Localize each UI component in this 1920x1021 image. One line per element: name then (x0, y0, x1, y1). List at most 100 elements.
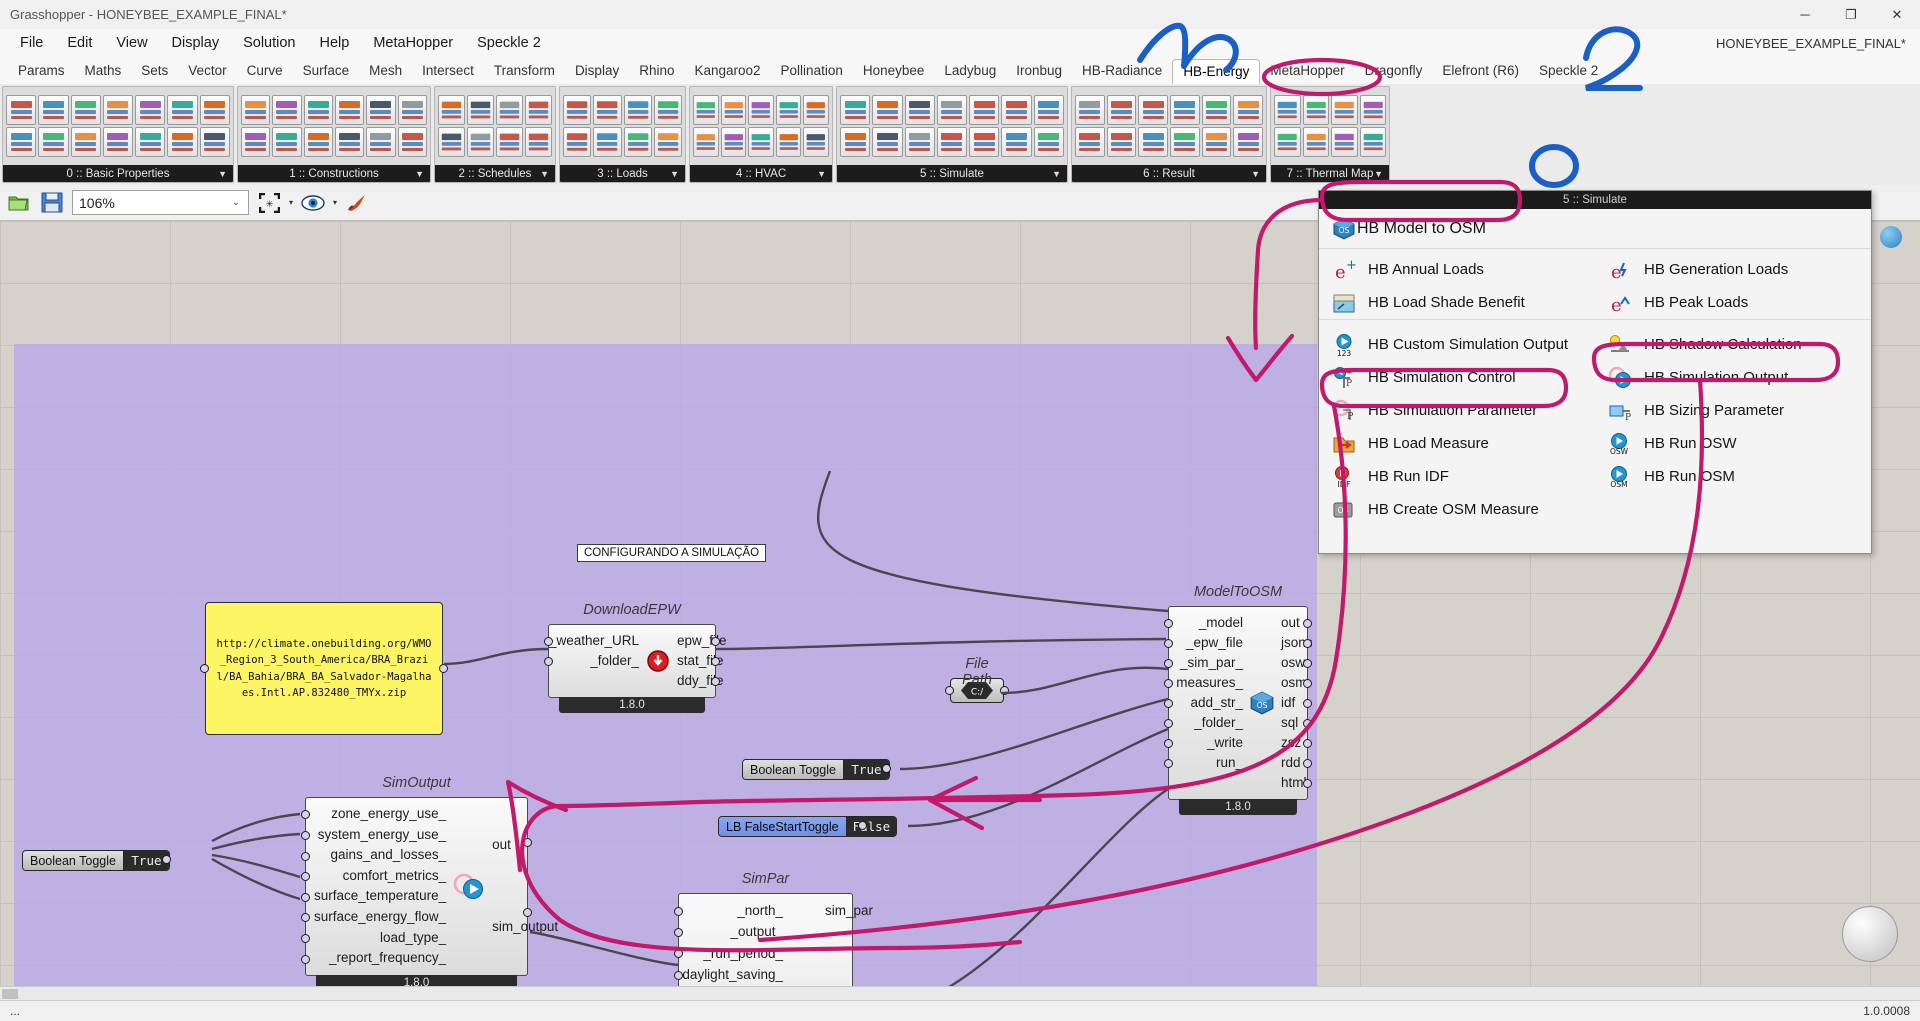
tab-vector[interactable]: Vector (178, 58, 236, 84)
ribbon-component-icon[interactable] (102, 95, 134, 125)
toggle-output-grip[interactable] (882, 764, 891, 773)
input-port-epwfile[interactable]: _epw_file (1186, 633, 1243, 653)
input-port-daylightsaving[interactable]: daylight_saving_ (682, 964, 783, 985)
input-port-simpar[interactable]: _sim_par_ (1180, 653, 1243, 673)
input-port-output[interactable]: _output_ (730, 921, 783, 942)
ribbon-component-icon[interactable] (563, 95, 592, 125)
ribbon-component-icon[interactable] (748, 95, 774, 125)
dropdown-item-hb-create-osm-measure[interactable]: OS HB Create OSM Measure (1319, 493, 1595, 526)
output-port-grip[interactable] (523, 838, 532, 847)
ribbon-component-icon[interactable] (70, 127, 101, 157)
tab-hb-radiance[interactable]: HB-Radiance (1072, 58, 1172, 84)
tab-surface[interactable]: Surface (293, 58, 360, 84)
menu-item-edit[interactable]: Edit (55, 29, 104, 58)
tab-elefront-r6-[interactable]: Elefront (R6) (1432, 58, 1529, 84)
ribbon-component-icon[interactable] (199, 127, 230, 157)
component-modeltoosm[interactable]: ModelToOSM _model _epw_file _sim_par_ measur… (1164, 584, 1313, 815)
output-port-grip[interactable] (1303, 739, 1312, 748)
ribbon-component-icon[interactable] (872, 127, 903, 157)
ribbon-component-icon[interactable] (102, 127, 134, 157)
ribbon-component-icon[interactable] (334, 127, 365, 157)
toggle-output-grip[interactable] (162, 855, 171, 864)
ribbon-component-icon[interactable] (748, 127, 774, 157)
output-port-idf[interactable]: idf (1281, 693, 1295, 713)
output-port-grip[interactable] (1303, 639, 1312, 648)
ribbon-component-icon[interactable] (720, 95, 747, 125)
ribbon-component-icon[interactable] (1274, 127, 1301, 157)
ribbon-component-icon[interactable] (38, 127, 69, 157)
ribbon-group-label[interactable]: 0 :: Basic Properties ▼ (3, 165, 233, 182)
ribbon-component-icon[interactable] (904, 127, 935, 157)
ribbon-component-icon[interactable] (1075, 127, 1105, 157)
input-port-grip[interactable] (544, 637, 553, 646)
ribbon-component-icon[interactable] (936, 127, 968, 157)
input-port-grip[interactable] (1164, 759, 1173, 768)
ribbon-component-icon[interactable] (6, 127, 37, 157)
zoom-level-select[interactable]: 106% ⌄ (72, 190, 249, 215)
input-port-grip[interactable] (1164, 679, 1173, 688)
ribbon-component-icon[interactable] (6, 95, 37, 125)
output-port-grip[interactable] (1303, 619, 1312, 628)
input-port-folder[interactable]: _folder_ (590, 651, 639, 671)
scrollbar-thumb[interactable] (2, 989, 18, 999)
input-port-surfacetemperature[interactable]: surface_temperature_ (314, 886, 446, 907)
input-port-grip[interactable] (674, 906, 683, 916)
output-port-grip[interactable] (1303, 659, 1312, 668)
input-port-grip[interactable] (301, 954, 310, 964)
dropdown-item-hb-annual-loads[interactable]: e + HB Annual Loads (1319, 253, 1595, 286)
ribbon-component-icon[interactable] (525, 95, 552, 125)
dropdown-item-hb-run-osw[interactable]: OSW HB Run OSW (1595, 427, 1871, 460)
ribbon-component-icon[interactable] (496, 95, 523, 125)
tab-display[interactable]: Display (565, 58, 629, 84)
ribbon-group-label[interactable]: 2 :: Schedules ▼ (435, 165, 555, 182)
ribbon-component-icon[interactable] (969, 95, 1000, 125)
ribbon-component-icon[interactable] (397, 127, 427, 157)
canvas-horizontal-scrollbar[interactable] (0, 986, 1920, 1000)
tab-metahopper[interactable]: MetaHopper (1260, 58, 1354, 84)
tab-intersect[interactable]: Intersect (412, 58, 484, 84)
ribbon-component-icon[interactable] (1274, 95, 1301, 125)
ribbon-component-icon[interactable] (840, 95, 871, 125)
output-port-grip[interactable] (1303, 679, 1312, 688)
component-body[interactable]: _model _epw_file _sim_par_ measures_ add_str… (1164, 606, 1313, 815)
toggle-output-grip[interactable] (858, 821, 867, 830)
ribbon-component-icon[interactable] (241, 95, 271, 125)
navigation-compass[interactable] (1842, 906, 1898, 962)
component-simpar[interactable]: SimPar _north_ _output_ _run_period_ dayligh… (674, 871, 873, 1000)
component-body[interactable]: _weather_URL _folder_ epw_file stat_file ddy… (544, 624, 727, 713)
ribbon-component-icon[interactable] (167, 127, 198, 157)
input-port-run[interactable]: run_ (1216, 753, 1243, 773)
output-port-grip[interactable] (711, 657, 720, 666)
input-port-systemenergyuse[interactable]: system_energy_use_ (318, 825, 446, 846)
panel-input-grip[interactable] (200, 664, 209, 673)
ribbon-component-icon[interactable] (38, 95, 69, 125)
ribbon-component-icon[interactable] (593, 127, 622, 157)
output-port-grip[interactable] (711, 677, 720, 686)
eye-icon[interactable] (300, 190, 326, 215)
input-port-grip[interactable] (301, 830, 310, 840)
ribbon-component-icon[interactable] (1331, 127, 1358, 157)
input-port-grip[interactable] (674, 927, 683, 937)
tab-transform[interactable]: Transform (484, 58, 565, 84)
ribbon-component-icon[interactable] (775, 127, 802, 157)
ribbon-component-icon[interactable] (693, 95, 719, 125)
input-port-gainsandlosses[interactable]: gains_and_losses_ (331, 845, 447, 866)
output-port-sql[interactable]: sql (1281, 713, 1298, 733)
ribbon-component-icon[interactable] (653, 95, 682, 125)
input-port-grip[interactable] (1164, 719, 1173, 728)
ribbon-component-icon[interactable] (438, 95, 465, 125)
ribbon-component-icon[interactable] (693, 127, 719, 157)
output-port-rdd[interactable]: rdd (1281, 753, 1301, 773)
ribbon-component-icon[interactable] (563, 127, 592, 157)
dropdown-item-hb-generation-loads[interactable]: e HB Generation Loads (1595, 253, 1871, 286)
output-port-grip[interactable] (711, 637, 720, 646)
input-port-grip[interactable] (301, 933, 310, 943)
ribbon-component-icon[interactable] (904, 95, 935, 125)
tab-dragonfly[interactable]: Dragonfly (1355, 58, 1433, 84)
toggle-value[interactable]: False (845, 817, 897, 836)
ribbon-component-icon[interactable] (135, 127, 166, 157)
input-port-runperiod[interactable]: _run_period_ (703, 943, 783, 964)
ribbon-component-icon[interactable] (1106, 95, 1137, 125)
input-port-grip[interactable] (1164, 659, 1173, 668)
tab-pollination[interactable]: Pollination (771, 58, 853, 84)
